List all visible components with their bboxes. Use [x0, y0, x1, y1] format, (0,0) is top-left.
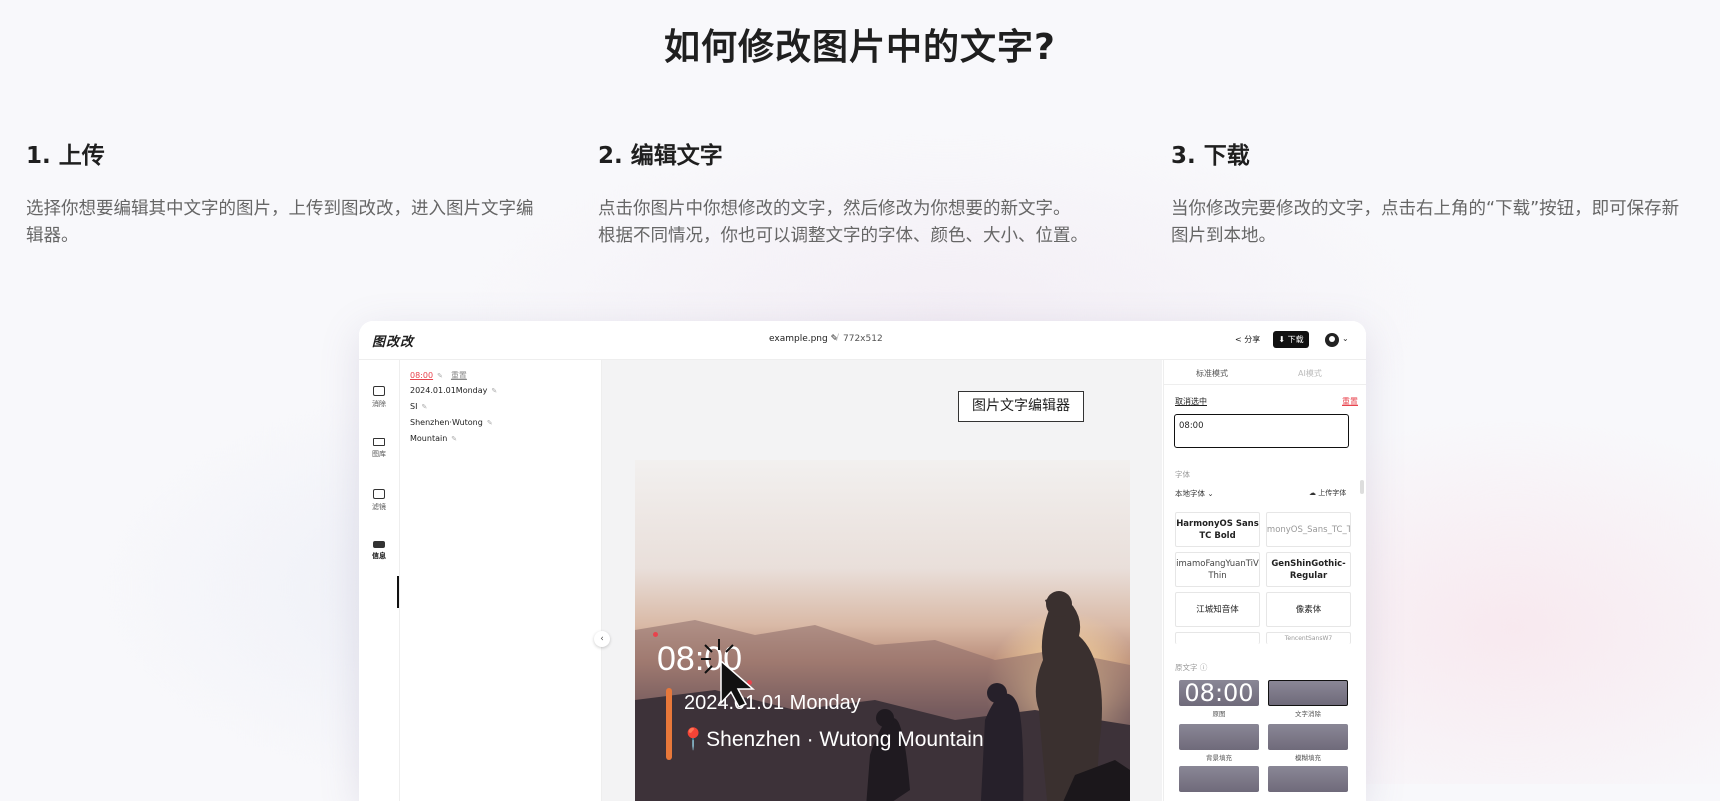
share-icon: <	[1235, 335, 1242, 344]
separator: /	[836, 333, 840, 343]
hero-title: 如何修改图片中的文字?	[664, 27, 1056, 68]
layer-reset-link[interactable]: 重置	[451, 371, 467, 380]
reset-link[interactable]: 重置	[1342, 396, 1358, 407]
edit-pencil-icon[interactable]: ✎	[451, 435, 457, 443]
step-description: 点击你图片中你想修改的文字，然后修改为你想要的新文字。 根据不同情况，你也可以调整…	[598, 199, 1088, 246]
active-indicator	[397, 576, 399, 608]
font-option[interactable]: 像素体	[1266, 592, 1351, 627]
swatch-label: 原图	[1212, 710, 1226, 718]
chevron-down-icon[interactable]: ⌄	[1342, 334, 1349, 343]
swatch-option[interactable]	[1268, 766, 1348, 792]
tool-sidebar: 消除 图库 滤镜 信息	[359, 360, 400, 801]
info-list-icon	[373, 541, 385, 548]
local-font-dropdown[interactable]: 本地字体 ⌄	[1175, 488, 1214, 499]
font-option[interactable]: imamoFangYuanTiV Thin	[1175, 552, 1260, 587]
collapse-panel-button[interactable]: ‹	[594, 631, 610, 647]
step-upload: 1. 上传 选择你想要编辑其中文字的图片，上传到图改改，进入图片文字编 辑器。	[26, 136, 556, 250]
avatar[interactable]	[1325, 333, 1339, 347]
click-cursor-icon	[701, 639, 755, 707]
editor-label-tag: 图片文字编辑器	[958, 391, 1084, 422]
edit-pencil-icon[interactable]: ✎	[437, 372, 443, 380]
swatch-blur-fill[interactable]	[1268, 724, 1348, 750]
tab-standard-mode[interactable]: 标准模式	[1196, 368, 1228, 379]
download-button[interactable]: ⬇ 下载	[1273, 331, 1309, 348]
tool-erase[interactable]: 消除	[359, 386, 399, 409]
tool-info[interactable]: 信息	[359, 541, 399, 561]
edit-pencil-icon[interactable]: ✎	[421, 403, 427, 411]
text-layer-list: 08:00 ✎ 重置 2024.01.01Monday ✎ SI ✎ Shenzhen·…	[400, 360, 602, 801]
step-download: 3. 下载 当你修改完要修改的文字，点击右上角的“下载”按钮，即可保存新 图片到本…	[1171, 136, 1701, 250]
share-button[interactable]: < 分享	[1235, 334, 1260, 345]
section-label-original-text: 原文字 ⓘ	[1175, 663, 1208, 672]
swatch-original[interactable]: 08:00	[1179, 680, 1259, 706]
scrollbar[interactable]	[1360, 480, 1364, 494]
step-description: 当你修改完要修改的文字，点击右上角的“下载”按钮，即可保存新 图片到本地。	[1171, 199, 1680, 246]
edit-pencil-icon[interactable]: ✎	[487, 419, 493, 427]
layer-item[interactable]: SI ✎	[410, 402, 427, 411]
swatch-background-fill[interactable]	[1179, 724, 1259, 750]
swatch-label: 模糊填充	[1295, 754, 1321, 762]
font-option[interactable]: HarmonyOS Sans TC Bold	[1175, 512, 1260, 547]
font-option[interactable]: 江城知音体	[1175, 592, 1260, 627]
font-option[interactable]	[1175, 632, 1260, 644]
swatch-option[interactable]	[1179, 766, 1259, 792]
font-option[interactable]: TencentSansW7	[1266, 632, 1351, 644]
divider	[1164, 384, 1366, 385]
overlay-location-text[interactable]: 📍Shenzhen · Wutong Mountain	[680, 728, 984, 752]
editor-topbar: 图改改 example.png ✎ / 772x512 < 分享 ⬇ 下载 ⌄	[359, 321, 1366, 360]
file-size: 772x512	[843, 334, 883, 344]
cloud-upload-icon: ☁	[1309, 489, 1316, 497]
canvas-area[interactable]: ‹ 图片文字编辑器 08:00 2024.01.01 Monday 📍Shenz…	[594, 360, 1162, 801]
font-option[interactable]: HarmonyOS_Sans_TC_Thin	[1266, 512, 1351, 547]
filter-icon	[373, 489, 385, 499]
chevron-left-icon: ‹	[600, 634, 604, 644]
tool-filter[interactable]: 滤镜	[359, 489, 399, 512]
editor-window-preview: 图改改 example.png ✎ / 772x512 < 分享 ⬇ 下载 ⌄ …	[359, 321, 1366, 801]
download-icon: ⬇	[1278, 335, 1286, 344]
erase-icon	[373, 386, 385, 396]
overlay-accent-bar	[666, 688, 672, 760]
step-title: 1. 上传	[26, 143, 105, 169]
tab-ai-mode[interactable]: AI模式	[1298, 368, 1322, 379]
layer-item[interactable]: Mountain ✎	[410, 434, 457, 443]
properties-panel: 标准模式 AI模式 取消选中 重置 08:00 字体 本地字体 ⌄ ☁ 上传字体…	[1163, 360, 1366, 801]
swatch-label: 背景填充	[1206, 754, 1232, 762]
font-option[interactable]: GenShinGothic-Regular	[1266, 552, 1351, 587]
step-title: 3. 下载	[1171, 143, 1250, 169]
swatch-text-erase[interactable]	[1268, 680, 1348, 706]
photo-canvas[interactable]: 08:00 2024.01.01 Monday 📍Shenzhen · Wuto…	[635, 460, 1130, 801]
section-label-font: 字体	[1175, 470, 1190, 479]
stamp-icon	[373, 438, 385, 446]
edit-pencil-icon[interactable]: ✎	[491, 387, 497, 395]
selection-handle[interactable]	[653, 632, 658, 637]
upload-font-button[interactable]: ☁ 上传字体	[1309, 488, 1346, 498]
deselect-link[interactable]: 取消选中	[1175, 396, 1207, 407]
layer-item[interactable]: 2024.01.01Monday ✎	[410, 386, 497, 395]
swatch-label: 文字消除	[1295, 710, 1321, 718]
tool-gallery[interactable]: 图库	[359, 438, 399, 459]
help-circle-icon[interactable]: ⓘ	[1200, 663, 1208, 672]
file-name[interactable]: example.png ✎	[769, 334, 838, 344]
app-logo[interactable]: 图改改	[372, 331, 414, 350]
chevron-down-icon: ⌄	[1207, 489, 1214, 498]
text-content-input[interactable]: 08:00	[1174, 414, 1349, 448]
step-description: 选择你想要编辑其中文字的图片，上传到图改改，进入图片文字编 辑器。	[26, 199, 534, 246]
location-pin-icon: 📍	[680, 728, 707, 751]
layer-item[interactable]: 08:00 ✎ 重置	[410, 370, 467, 381]
layer-item[interactable]: Shenzhen·Wutong ✎	[410, 418, 493, 427]
step-title: 2. 编辑文字	[598, 143, 723, 169]
step-edit-text: 2. 编辑文字 点击你图片中你想修改的文字，然后修改为你想要的新文字。 根据不同情…	[598, 136, 1128, 250]
